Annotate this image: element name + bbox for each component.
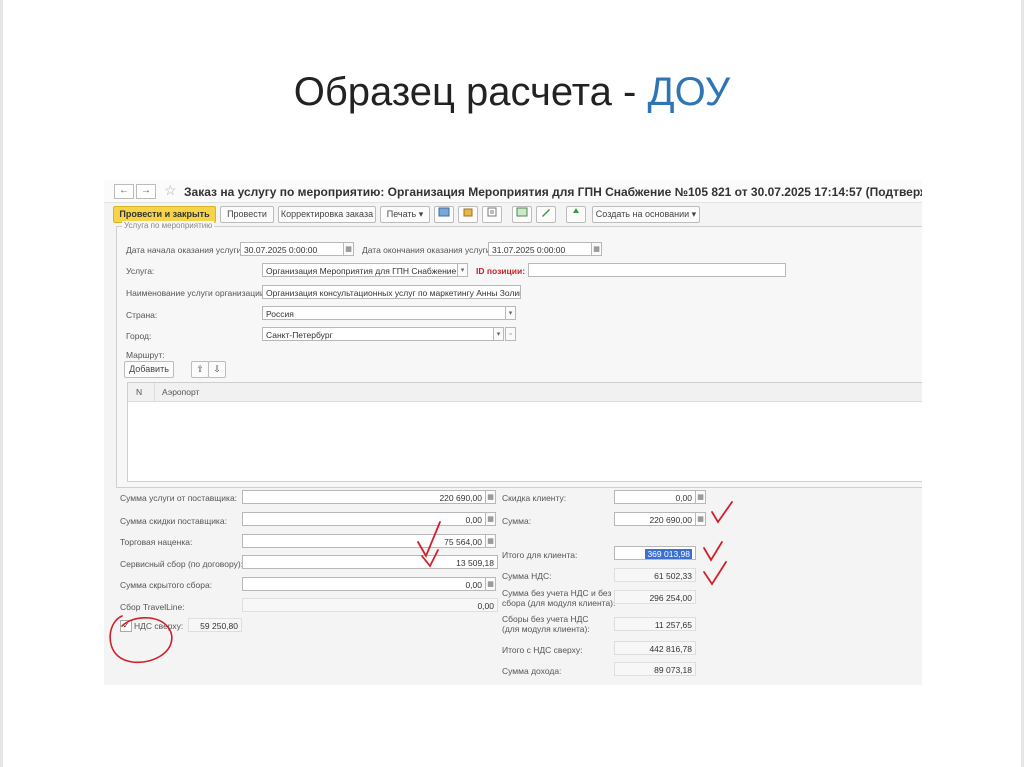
- service-label: Услуга:: [126, 266, 155, 276]
- end-date-calendar-icon[interactable]: ▦: [591, 242, 602, 256]
- country-dropdown-icon[interactable]: ▾: [505, 306, 516, 320]
- service-dropdown-icon[interactable]: ▾: [457, 263, 468, 277]
- client-total-label: Итого для клиента:: [502, 550, 578, 560]
- forward-button[interactable]: →: [136, 184, 156, 199]
- org-service-name-label: Наименование услуги организации:: [126, 288, 267, 298]
- client-total-field[interactable]: 369 013,98: [614, 546, 696, 560]
- vat-sum-field: 61 502,33: [614, 568, 696, 582]
- org-service-name-field[interactable]: Организация консультационных услуг по ма…: [262, 285, 521, 299]
- client-discount-field[interactable]: 0,00: [614, 490, 696, 504]
- city-open-icon[interactable]: ▫: [505, 327, 516, 341]
- service-fee-label: Сервисный сбор (по договору):: [120, 559, 244, 569]
- table-icon[interactable]: [512, 206, 532, 223]
- vat-on-top-checkbox[interactable]: ✓: [120, 620, 132, 632]
- hidden-fee-label: Сумма скрытого сбора:: [120, 580, 213, 590]
- fees-no-vat-label-line2: (для модуля клиента):: [502, 624, 590, 634]
- sum-no-vat-label-line2: сбора (для модуля клиента):: [502, 598, 616, 608]
- city-label: Город:: [126, 331, 152, 341]
- start-date-calendar-icon[interactable]: ▦: [343, 242, 354, 256]
- total-vat-on-top-label: Итого с НДС сверху:: [502, 645, 583, 655]
- position-id-field[interactable]: [528, 263, 786, 277]
- sum-label: Сумма:: [502, 516, 532, 526]
- column-number[interactable]: N: [136, 387, 142, 397]
- create-based-on-button[interactable]: Создать на основании ▾: [592, 206, 700, 223]
- total-vat-on-top-field: 442 816,78: [614, 641, 696, 655]
- service-field[interactable]: Организация Мероприятия для ГПН Снабжени…: [262, 263, 458, 277]
- client-total-selection: 369 013,98: [645, 549, 692, 559]
- vat-on-top-field: 59 250,80: [188, 618, 242, 632]
- service-fee-field[interactable]: 13 509,18: [242, 555, 498, 569]
- hidden-fee-field[interactable]: 0,00: [242, 577, 486, 591]
- income-label: Сумма дохода:: [502, 666, 562, 676]
- sum-field[interactable]: 220 690,00: [614, 512, 696, 526]
- print-menu-button[interactable]: Печать ▾: [380, 206, 430, 223]
- start-date-field[interactable]: 30.07.2025 0:00:00: [240, 242, 344, 256]
- start-date-label: Дата начала оказания услуги:: [126, 245, 244, 255]
- fees-no-vat-field: 11 257,65: [614, 617, 696, 631]
- edit-icon[interactable]: [536, 206, 556, 223]
- supplier-sum-field[interactable]: 220 690,00: [242, 490, 486, 504]
- post-button[interactable]: Провести: [220, 206, 274, 223]
- kt-icon[interactable]: [566, 206, 586, 223]
- back-button[interactable]: ←: [114, 184, 134, 199]
- route-table: N Аэропорт: [127, 382, 922, 482]
- client-discount-label: Скидка клиенту:: [502, 493, 567, 503]
- supplier-discount-calc-icon[interactable]: ▦: [485, 512, 496, 526]
- markup-label: Торговая наценка:: [120, 537, 193, 547]
- markup-field[interactable]: 75 564,00: [242, 534, 486, 548]
- favorite-star-icon[interactable]: ☆: [164, 182, 177, 199]
- travelline-fee-label: Сбор TravelLine:: [120, 602, 185, 612]
- supplier-discount-field[interactable]: 0,00: [242, 512, 486, 526]
- route-table-header: N Аэропорт: [128, 383, 922, 402]
- position-id-label: ID позиции:: [476, 266, 526, 276]
- command-toolbar: Провести и закрыть Провести Корректировк…: [104, 203, 922, 225]
- slide-title: Образец расчета - ДОУ: [0, 70, 1024, 115]
- travelline-fee-field: 0,00: [242, 598, 498, 612]
- slide-title-accent: ДОУ: [647, 70, 731, 114]
- country-label: Страна:: [126, 310, 158, 320]
- move-down-icon[interactable]: ⇩: [208, 361, 226, 378]
- sum-calc-icon[interactable]: ▦: [695, 512, 706, 526]
- supplier-discount-label: Сумма скидки поставщика:: [120, 516, 227, 526]
- city-field[interactable]: Санкт-Петербург: [262, 327, 494, 341]
- city-dropdown-icon[interactable]: ▾: [493, 327, 504, 341]
- markup-calc-icon[interactable]: ▦: [485, 534, 496, 548]
- structure-icon[interactable]: [458, 206, 478, 223]
- end-date-field[interactable]: 31.07.2025 0:00:00: [488, 242, 592, 256]
- client-discount-calc-icon[interactable]: ▦: [695, 490, 706, 504]
- supplier-sum-label: Сумма услуги от поставщика:: [120, 493, 238, 503]
- report-icon[interactable]: [434, 206, 454, 223]
- sum-no-vat-field: 296 254,00: [614, 590, 696, 604]
- income-field: 89 073,18: [614, 662, 696, 676]
- service-group-caption: Услуга по мероприятию: [122, 221, 215, 230]
- vat-on-top-label: НДС сверху:: [134, 621, 184, 631]
- add-route-button[interactable]: Добавить: [124, 361, 174, 378]
- document-icon[interactable]: [482, 206, 502, 223]
- move-up-icon[interactable]: ⇧: [191, 361, 209, 378]
- hidden-fee-calc-icon[interactable]: ▦: [485, 577, 496, 591]
- end-date-label: Дата окончания оказания услуги:: [362, 245, 493, 255]
- column-airport[interactable]: Аэропорт: [162, 387, 199, 397]
- order-window: ← → ☆ Заказ на услугу по мероприятию: Ор…: [104, 180, 922, 685]
- supplier-sum-calc-icon[interactable]: ▦: [485, 490, 496, 504]
- country-field[interactable]: Россия: [262, 306, 506, 320]
- correct-order-button[interactable]: Корректировка заказа: [278, 206, 376, 223]
- document-title: Заказ на услугу по мероприятию: Организа…: [184, 185, 922, 199]
- slide-title-main: Образец расчета -: [293, 70, 648, 114]
- fees-no-vat-label-line1: Сборы без учета НДС: [502, 614, 589, 624]
- route-label: Маршрут:: [126, 350, 165, 360]
- column-separator: [154, 383, 155, 401]
- vat-sum-label: Сумма НДС:: [502, 571, 552, 581]
- window-titlebar: ← → ☆ Заказ на услугу по мероприятию: Ор…: [104, 180, 922, 203]
- sum-no-vat-label-line1: Сумма без учета НДС и без: [502, 588, 612, 598]
